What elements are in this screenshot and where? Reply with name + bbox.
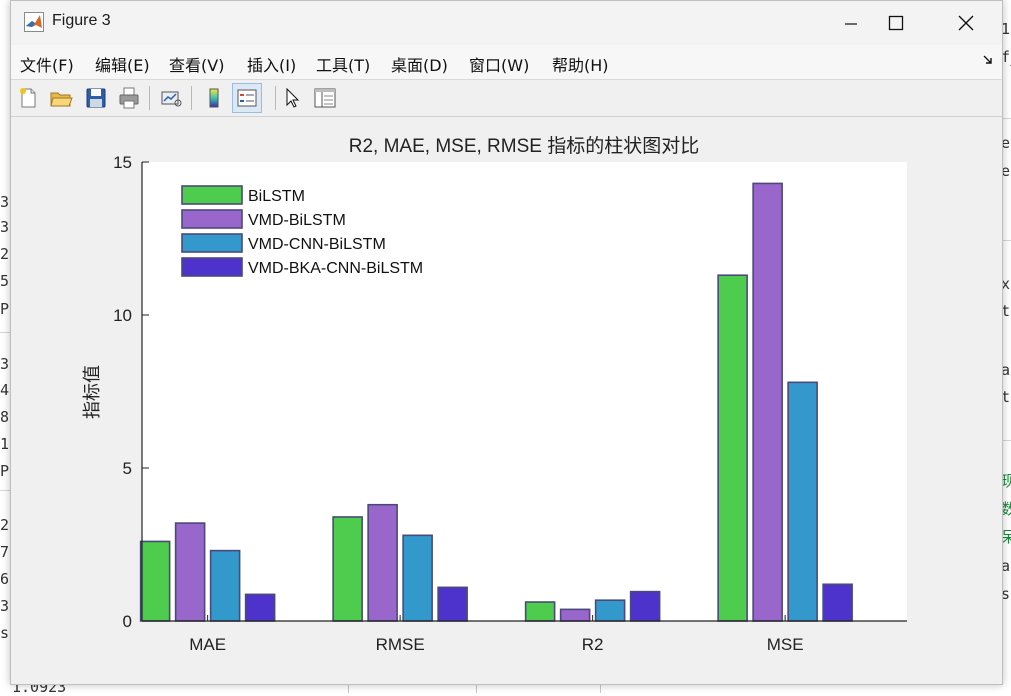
bg-left-line: 7 [0, 543, 10, 561]
save-button[interactable] [81, 83, 111, 113]
bar-mae-4 [244, 593, 276, 622]
legend-label: VMD-CNN-BiLSTM [248, 236, 386, 253]
open-file-icon [50, 92, 73, 107]
maximize-icon [888, 15, 904, 31]
bg-divider [0, 332, 10, 333]
legend-label: BiLSTM [248, 188, 305, 205]
bg-left-line: 6 [0, 570, 10, 588]
edit-plot-icon [286, 87, 300, 108]
legend-swatch [181, 233, 243, 253]
legend-label: VMD-BiLSTM [248, 212, 346, 229]
bar-r2-4 [629, 590, 661, 622]
bar-r2-3 [594, 599, 626, 622]
title-bar[interactable]: Figure 3 [11, 1, 1002, 45]
bar-mse-3 [787, 381, 818, 622]
bg-divider [0, 490, 10, 491]
menu-file[interactable]: 文件(F) [20, 52, 74, 76]
menu-window[interactable]: 窗口(W) [469, 52, 529, 76]
link-plot-icon [161, 91, 182, 107]
y-tick-label: 0 [123, 612, 132, 631]
bg-left-line: 3 [0, 597, 10, 615]
y-axis-label: 指标值 [82, 365, 102, 419]
bg-left-line: 3 [0, 218, 10, 236]
legend-label: VMD-BKA-CNN-BiLSTM [248, 260, 423, 277]
y-tick-label: 10 [113, 306, 132, 325]
save-icon [86, 88, 106, 108]
bar-mae-1 [139, 540, 171, 622]
property-inspector-icon [314, 88, 336, 108]
x-tick-label: R2 [582, 635, 604, 654]
bar-chart: R2, MAE, MSE, RMSE 指标的柱状图对比 MAE RMSE R2 MSE… [82, 135, 907, 654]
window-title: Figure 3 [52, 12, 111, 29]
bg-left-line: 2 [0, 516, 10, 534]
insert-colorbar-icon [209, 88, 219, 108]
x-tick-label: MAE [189, 635, 226, 654]
y-tick-label: 15 [113, 153, 132, 172]
bg-left-line: 3 [0, 193, 10, 211]
x-tick-label: MSE [767, 635, 804, 654]
menu-bar: 文件(F) 编辑(E) 查看(V) 插入(I) 工具(T) 桌面(D) 窗口(W… [11, 45, 1002, 80]
dock-figure-icon[interactable] [982, 54, 994, 66]
insert-legend-icon [237, 89, 257, 107]
menu-insert[interactable]: 插入(I) [247, 52, 296, 76]
menu-help[interactable]: 帮助(H) [552, 52, 609, 76]
new-figure-button[interactable] [13, 83, 43, 113]
print-icon [119, 87, 139, 109]
bar-mse-1 [717, 274, 748, 622]
bar-mse-2 [752, 182, 783, 622]
maximize-button[interactable] [866, 1, 926, 45]
toolbar-separator [149, 86, 150, 110]
bg-left-line: 3 [0, 355, 10, 373]
bar-mse-4 [822, 583, 853, 622]
print-button[interactable] [114, 83, 144, 113]
bar-rmse-4 [437, 586, 468, 622]
property-inspector-button[interactable] [310, 83, 340, 113]
bar-r2-1 [524, 601, 556, 622]
edit-plot-button[interactable] [277, 83, 307, 113]
close-button[interactable] [936, 1, 996, 45]
toolbar-separator [191, 86, 192, 110]
link-plot-button[interactable] [156, 83, 186, 113]
minimize-icon [845, 23, 857, 25]
figure-window: Figure 3 文件(F) 编辑(E) 查看(V) 插入(I) 工具(T) 桌… [10, 0, 1003, 685]
figure-canvas: R2, MAE, MSE, RMSE 指标的柱状图对比 MAE RMSE R2 MSE… [11, 117, 1002, 684]
menu-edit[interactable]: 编辑(E) [95, 52, 150, 76]
insert-legend-button[interactable] [232, 83, 262, 113]
legend-swatch [181, 185, 243, 205]
figure-toolbar [11, 80, 1002, 117]
legend-swatch [181, 209, 243, 229]
bg-left-line: 2 [0, 245, 10, 263]
bar-r2-2 [559, 608, 591, 622]
chart-title: R2, MAE, MSE, RMSE 指标的柱状图对比 [349, 135, 699, 157]
bg-left-line: 4 [0, 381, 10, 399]
matlab-logo-icon [24, 12, 44, 32]
bar-rmse-1 [332, 516, 363, 622]
open-file-button[interactable] [46, 83, 76, 113]
close-icon [958, 15, 974, 31]
insert-colorbar-button[interactable] [199, 83, 229, 113]
x-tick-label: RMSE [376, 635, 425, 654]
bar-rmse-3 [402, 534, 433, 622]
bg-left-line: 8 [0, 408, 10, 426]
bg-left-line: 1 [0, 435, 10, 453]
bar-mae-2 [174, 522, 206, 622]
toolbar-separator [275, 86, 276, 110]
new-figure-icon [20, 88, 36, 108]
bar-rmse-2 [367, 503, 398, 622]
legend-swatch [181, 257, 243, 277]
menu-view[interactable]: 查看(V) [169, 52, 224, 76]
bar-mae-3 [209, 549, 241, 622]
bg-left-line: 5 [0, 272, 10, 290]
menu-tools[interactable]: 工具(T) [316, 52, 370, 76]
y-tick-label: 5 [123, 459, 132, 478]
menu-desktop[interactable]: 桌面(D) [391, 52, 448, 76]
